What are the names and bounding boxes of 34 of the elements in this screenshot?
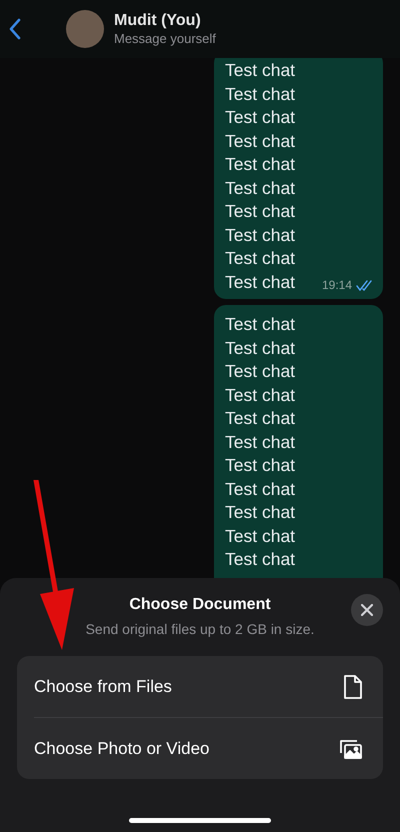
message-text: Test chat xyxy=(225,59,296,82)
message-text: Test chat xyxy=(225,430,296,454)
sheet-subtitle: Send original files up to 2 GB in size. xyxy=(86,620,314,639)
contact-status: Message yourself xyxy=(114,30,216,48)
document-icon xyxy=(343,674,363,700)
message-text: Test chat xyxy=(225,130,296,152)
close-icon xyxy=(361,604,373,616)
message-time: 19:14 xyxy=(322,277,352,294)
message-text: Test chat xyxy=(225,176,296,200)
sheet-title: Choose Document xyxy=(129,595,271,615)
option-row[interactable]: Choose Photo or Video xyxy=(17,718,383,779)
message-text: Test chat xyxy=(225,224,296,246)
avatar[interactable] xyxy=(66,10,104,48)
message-text: Test chat xyxy=(225,407,296,430)
message-text: Test chat xyxy=(225,247,296,270)
back-icon[interactable] xyxy=(8,18,22,40)
photos-icon xyxy=(339,738,363,760)
message-text: Test chat xyxy=(225,313,296,336)
contact-name: Mudit (You) xyxy=(114,10,202,31)
message-text: Test chat xyxy=(225,548,296,571)
option-row[interactable]: Choose from Files xyxy=(17,656,383,717)
message-text: Test chat xyxy=(225,106,296,129)
message-text: Test chat xyxy=(225,360,296,383)
message-text: Test chat xyxy=(225,384,296,406)
message-text: Test chat xyxy=(225,270,296,294)
message-text: Test chat xyxy=(225,501,296,524)
message-text: Test chat xyxy=(225,454,296,477)
message-text: Test chat xyxy=(225,336,296,360)
message-text: Test chat xyxy=(225,82,296,106)
message-text: Test chat xyxy=(225,153,296,176)
message-text: Test chat xyxy=(225,524,296,548)
close-button[interactable] xyxy=(351,594,383,626)
message-text: Test chat xyxy=(225,200,296,223)
message-text: Test chat xyxy=(225,478,296,500)
